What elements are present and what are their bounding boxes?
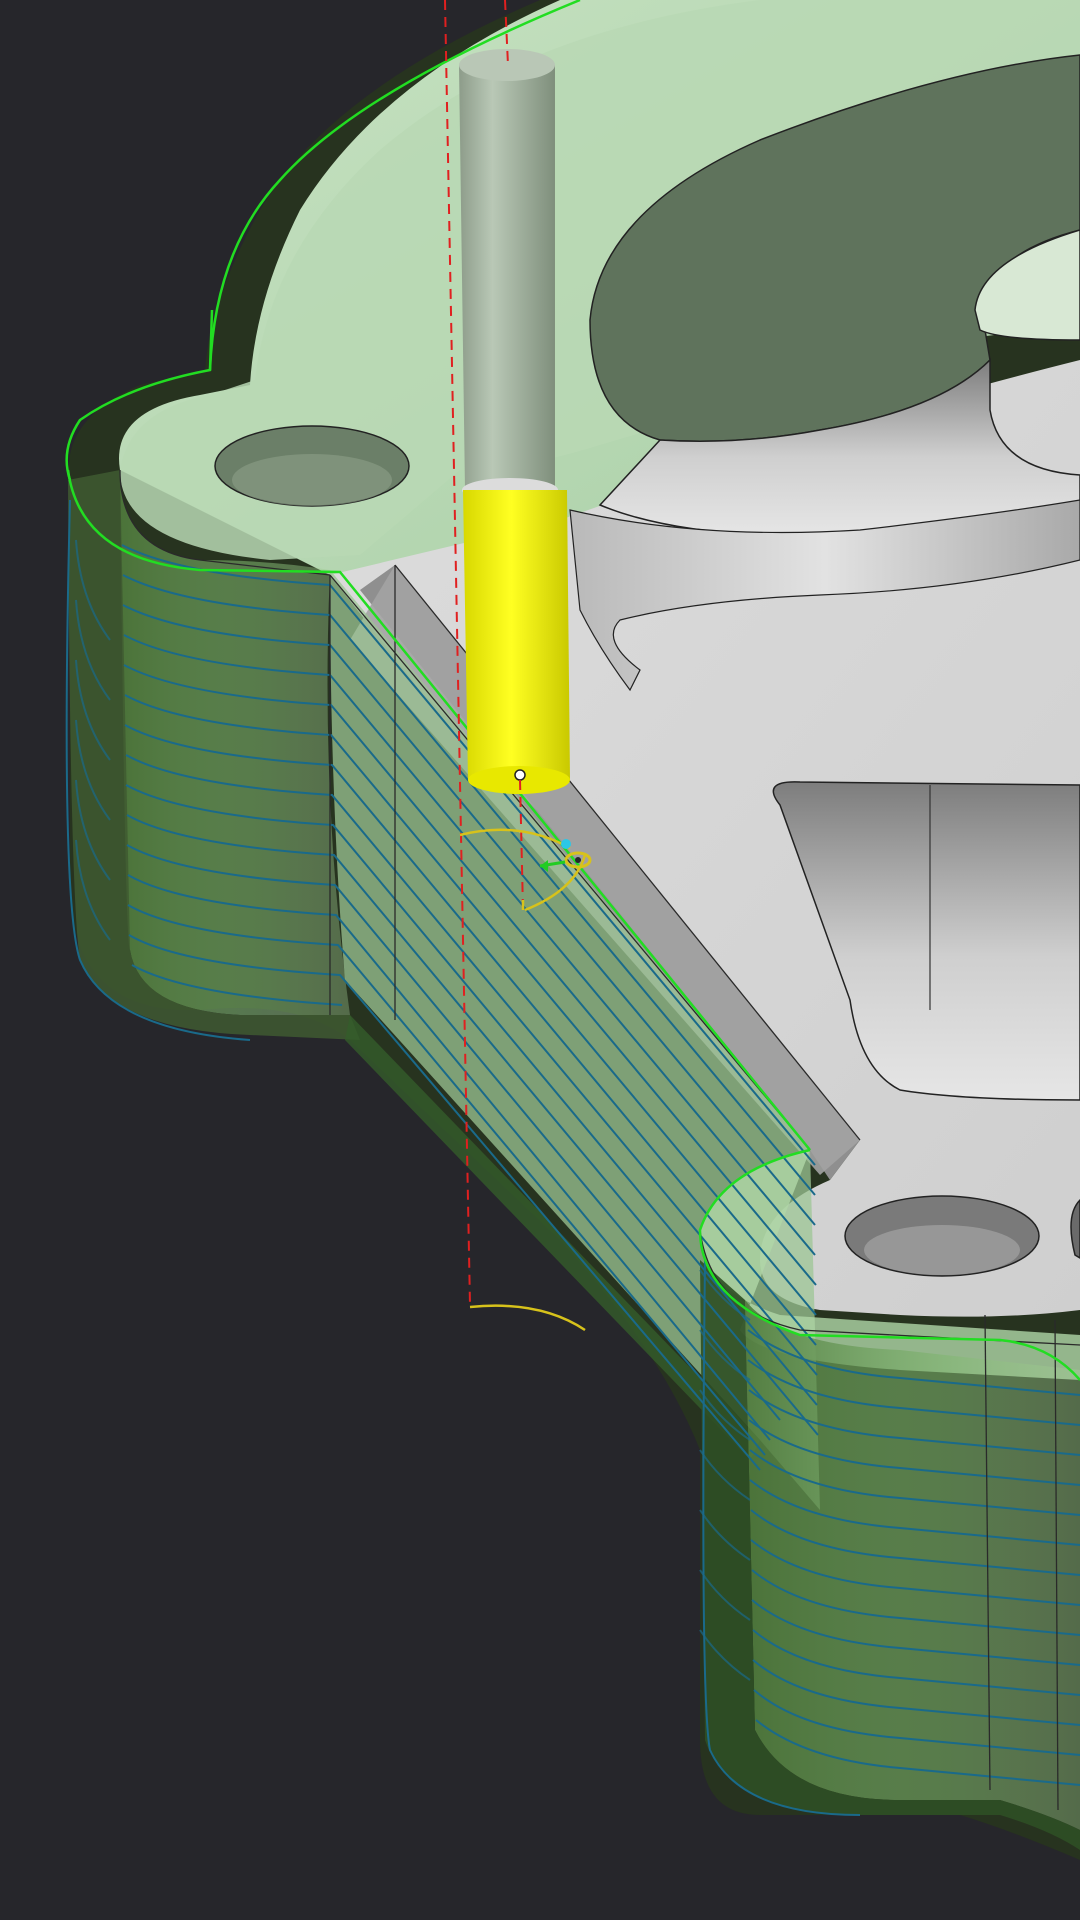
tool-flute <box>463 490 570 780</box>
tool-contact-point <box>561 839 571 849</box>
hole-left-floor <box>232 454 392 506</box>
cam-3d-viewport[interactable] <box>0 0 1080 1920</box>
tool-tip-marker-icon[interactable] <box>514 769 526 781</box>
hole-right-floor <box>864 1225 1020 1275</box>
tool-shank <box>459 65 555 490</box>
viewport-canvas[interactable] <box>0 0 1080 1920</box>
tool[interactable] <box>459 49 570 794</box>
